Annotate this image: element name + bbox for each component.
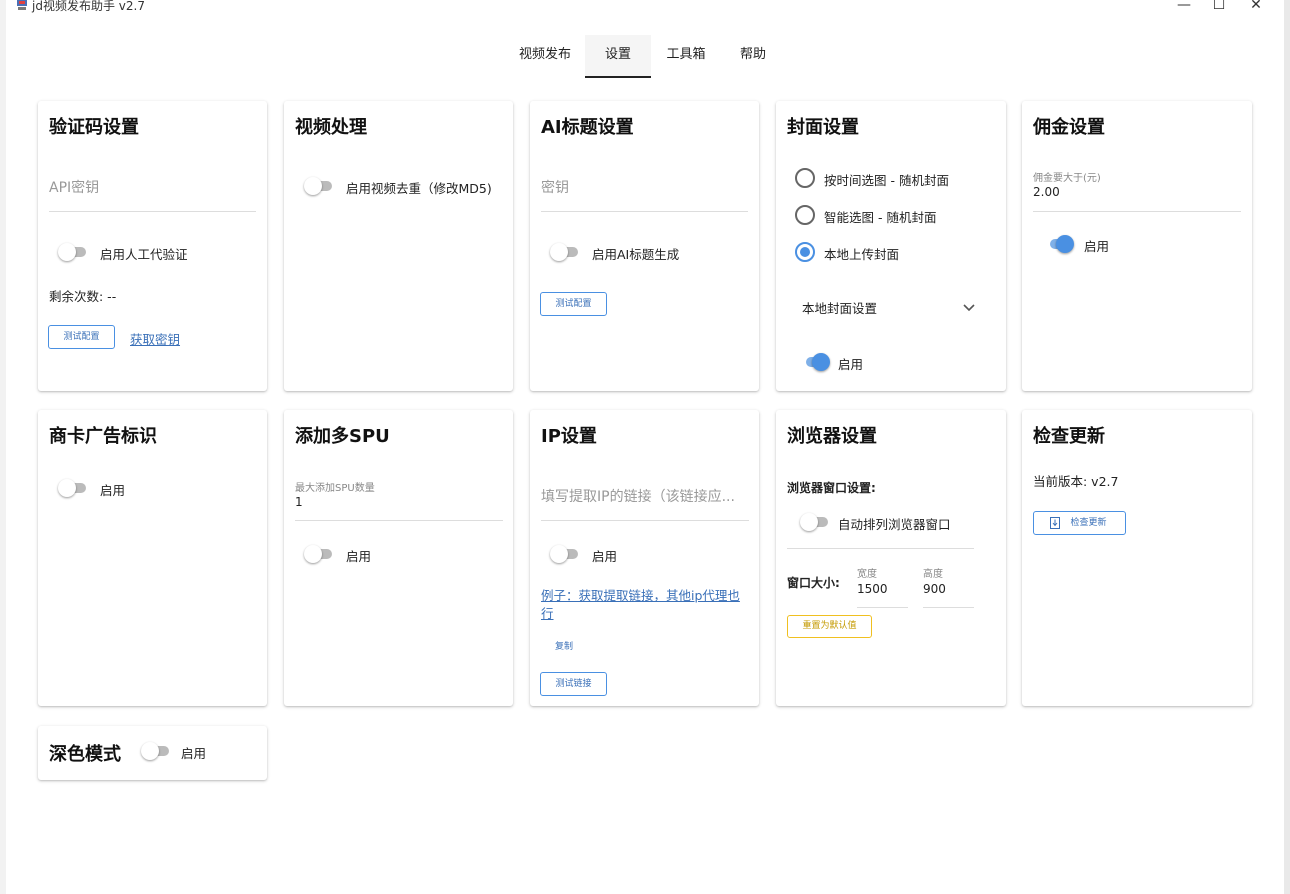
video-dedupe-label: 启用视频去重（修改MD5) <box>346 181 492 196</box>
captcha-settings-card: 验证码设置 API密钥 启用人工代验证 剩余次数: -- 测试配置 获取密钥 <box>38 101 267 391</box>
api-key-input[interactable]: API密钥 <box>49 177 99 197</box>
main-tabs: 视频发布 设置 工具箱 帮助 <box>6 35 1284 79</box>
width-label: 宽度 <box>857 569 877 580</box>
card-title: 深色模式 <box>49 744 121 765</box>
ad-mark-card: 商卡广告标识 启用 <box>38 410 267 706</box>
card-title: 验证码设置 <box>49 117 139 138</box>
manual-verify-toggle[interactable] <box>58 242 88 262</box>
width-input[interactable]: 1500 <box>857 582 888 596</box>
get-key-link[interactable]: 获取密钥 <box>130 329 180 348</box>
ai-title-toggle[interactable] <box>550 242 580 262</box>
tab-help[interactable]: 帮助 <box>722 35 784 78</box>
test-config-button[interactable]: 测试配置 <box>540 292 607 316</box>
ad-mark-toggle-label: 启用 <box>100 483 126 498</box>
card-title: IP设置 <box>541 426 597 447</box>
tab-video-publish[interactable]: 视频发布 <box>510 35 580 78</box>
card-title: 添加多SPU <box>295 426 390 447</box>
remaining-count: 剩余次数: -- <box>49 289 117 304</box>
card-title: 视频处理 <box>295 117 367 138</box>
commission-toggle-label: 启用 <box>1084 239 1110 254</box>
check-update-button[interactable]: 检查更新 <box>1033 511 1126 535</box>
copy-button[interactable]: 复制 <box>555 639 573 652</box>
commission-toggle[interactable] <box>1044 234 1074 254</box>
browser-settings-card: 浏览器设置 浏览器窗口设置: 自动排列浏览器窗口 窗口大小: 宽度 1500 高… <box>776 410 1006 706</box>
max-spu-label: 最大添加SPU数量 <box>295 483 375 494</box>
window-size-label: 窗口大小: <box>787 576 840 590</box>
manual-verify-label: 启用人工代验证 <box>100 247 188 262</box>
ad-mark-toggle[interactable] <box>58 478 88 498</box>
input-underline <box>857 607 908 608</box>
cover-option-time-radio[interactable] <box>795 168 815 188</box>
ai-title-card: AI标题设置 密钥 启用AI标题生成 测试配置 <box>530 101 759 391</box>
check-update-card: 检查更新 当前版本: v2.7 检查更新 <box>1022 410 1252 706</box>
ai-key-input[interactable]: 密钥 <box>541 177 569 197</box>
dark-mode-toggle-label: 启用 <box>181 746 207 761</box>
app-window: jd视频发布助手 v2.7 — ☐ ✕ 视频发布 设置 工具箱 帮助 验证码设置… <box>6 0 1284 894</box>
ai-title-toggle-label: 启用AI标题生成 <box>592 247 680 262</box>
multi-spu-toggle[interactable] <box>304 544 334 564</box>
background-window-strip <box>1284 0 1290 894</box>
multi-spu-toggle-label: 启用 <box>346 549 372 564</box>
input-underline <box>1033 211 1241 212</box>
local-cover-toggle[interactable] <box>800 352 830 372</box>
max-spu-input[interactable]: 1 <box>295 495 303 509</box>
card-title: 检查更新 <box>1033 426 1105 447</box>
current-version: 当前版本: v2.7 <box>1033 474 1119 489</box>
height-label: 高度 <box>923 569 943 580</box>
commission-settings-card: 佣金设置 佣金要大于(元) 2.00 启用 <box>1022 101 1252 391</box>
cover-option-local-radio[interactable] <box>795 242 815 262</box>
input-underline <box>295 520 503 521</box>
minimize-button[interactable]: — <box>1169 0 1199 14</box>
local-cover-settings-expander[interactable]: 本地封面设置 <box>802 298 877 317</box>
download-icon <box>1050 517 1060 529</box>
card-title: AI标题设置 <box>541 117 634 138</box>
test-config-button[interactable]: 测试配置 <box>48 325 115 349</box>
maximize-button[interactable]: ☐ <box>1204 0 1234 14</box>
dark-mode-toggle[interactable] <box>141 741 171 761</box>
cover-option-smart-radio[interactable] <box>795 205 815 225</box>
close-button[interactable]: ✕ <box>1241 0 1271 14</box>
auto-arrange-label: 自动排列浏览器窗口 <box>838 517 951 532</box>
tab-toolbox[interactable]: 工具箱 <box>655 35 717 78</box>
chevron-down-icon[interactable] <box>962 301 976 315</box>
min-commission-input[interactable]: 2.00 <box>1033 185 1060 199</box>
cover-option-time-label: 按时间选图 - 随机封面 <box>824 173 949 188</box>
video-processing-card: 视频处理 启用视频去重（修改MD5) <box>284 101 513 391</box>
local-cover-toggle-label: 启用 <box>838 357 864 372</box>
height-input[interactable]: 900 <box>923 582 946 596</box>
cover-settings-card: 封面设置 按时间选图 - 随机封面 智能选图 - 随机封面 本地上传封面 本地封… <box>776 101 1006 391</box>
reset-default-button[interactable]: 重置为默认值 <box>787 615 872 638</box>
browser-window-settings-label: 浏览器窗口设置: <box>787 481 876 495</box>
min-commission-label: 佣金要大于(元) <box>1033 173 1101 184</box>
ip-toggle-label: 启用 <box>592 549 618 564</box>
multi-spu-card: 添加多SPU 最大添加SPU数量 1 启用 <box>284 410 513 706</box>
ip-url-input[interactable]: 填写提取IP的链接（该链接应... <box>541 486 751 506</box>
app-logo-icon <box>17 0 27 10</box>
tab-settings[interactable]: 设置 <box>585 35 651 78</box>
input-underline <box>541 211 748 212</box>
ip-toggle[interactable] <box>550 544 580 564</box>
card-title: 浏览器设置 <box>787 426 877 447</box>
video-dedupe-toggle[interactable] <box>304 176 334 196</box>
test-link-button[interactable]: 测试链接 <box>540 672 607 696</box>
cover-option-smart-label: 智能选图 - 随机封面 <box>824 210 937 225</box>
input-underline <box>49 211 256 212</box>
ip-example-link[interactable]: 例子：获取提取链接，其他ip代理也行 <box>541 587 749 623</box>
section-divider <box>787 548 974 549</box>
ip-settings-card: IP设置 填写提取IP的链接（该链接应... 启用 例子：获取提取链接，其他ip… <box>530 410 759 706</box>
auto-arrange-toggle[interactable] <box>800 512 830 532</box>
window-title: jd视频发布助手 v2.7 <box>32 0 145 13</box>
input-underline <box>923 607 974 608</box>
card-title: 封面设置 <box>787 117 859 138</box>
card-title: 佣金设置 <box>1033 117 1105 138</box>
dark-mode-card: 深色模式 启用 <box>38 726 267 780</box>
card-title: 商卡广告标识 <box>49 426 157 447</box>
cover-option-local-label: 本地上传封面 <box>824 247 900 262</box>
input-underline <box>541 520 749 521</box>
check-update-button-label: 检查更新 <box>1070 518 1107 528</box>
title-bar: jd视频发布助手 v2.7 — ☐ ✕ <box>6 0 1284 14</box>
